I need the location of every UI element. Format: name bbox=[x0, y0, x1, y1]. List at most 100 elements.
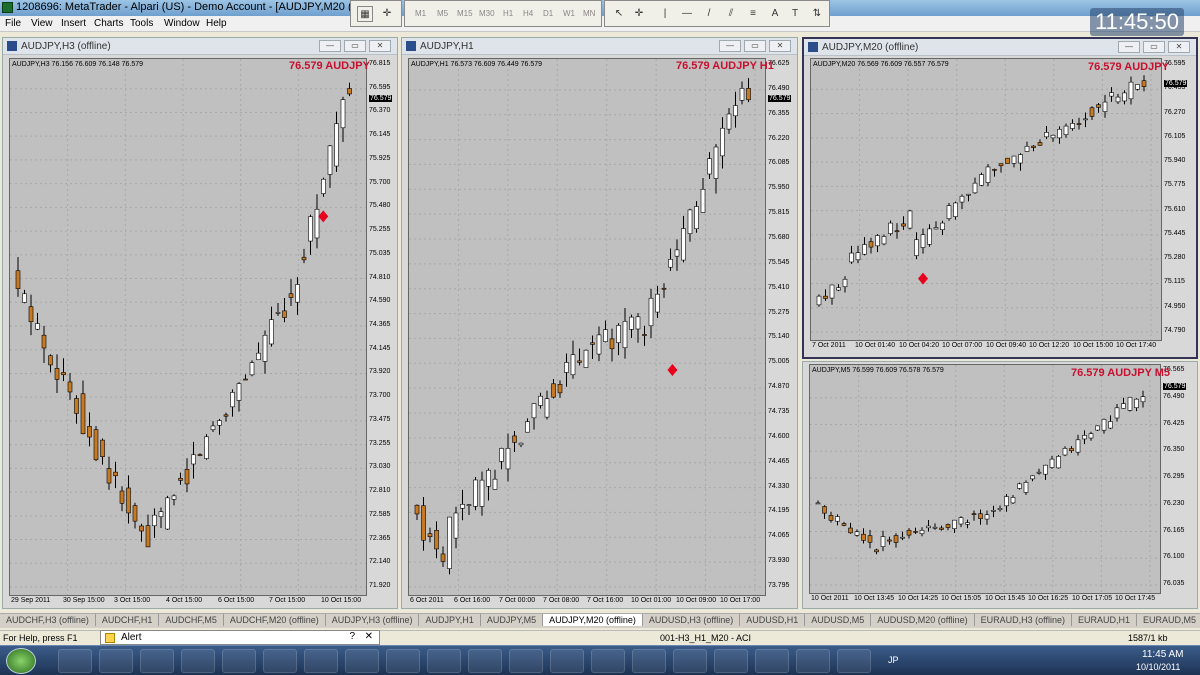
candle-body bbox=[139, 525, 144, 532]
menu-view[interactable]: View bbox=[31, 18, 53, 29]
start-button[interactable] bbox=[6, 648, 36, 674]
menu-help[interactable]: Help bbox=[206, 18, 227, 29]
teamviewer-icon[interactable] bbox=[99, 649, 133, 673]
maximize-button[interactable]: ▭ bbox=[744, 40, 766, 52]
chart-tab[interactable]: AUDUSD,H1 bbox=[740, 614, 806, 626]
price-tick: 75.115 bbox=[1164, 278, 1185, 285]
chart-icon[interactable]: ▦ bbox=[357, 6, 373, 22]
chart-tab[interactable]: AUDUSD,M20 (offline) bbox=[871, 614, 975, 626]
image-icon[interactable] bbox=[796, 649, 830, 673]
tf-m15[interactable]: M15 bbox=[457, 9, 473, 18]
filezilla-icon[interactable] bbox=[345, 649, 379, 673]
candle-body bbox=[434, 529, 439, 550]
paint-icon[interactable] bbox=[714, 649, 748, 673]
chart-tab[interactable]: EURAUD,H1 bbox=[1072, 614, 1138, 626]
chart-tab[interactable]: AUDCHF,H1 bbox=[96, 614, 160, 626]
maximize-button[interactable]: ▭ bbox=[1143, 41, 1165, 53]
close-icon[interactable]: ✕ bbox=[365, 631, 373, 642]
trendline-icon[interactable]: / bbox=[701, 6, 717, 22]
vertical-line-icon[interactable]: | bbox=[657, 6, 673, 22]
chart-plot-area[interactable] bbox=[9, 58, 367, 596]
channel-icon[interactable]: ⫽ bbox=[723, 6, 739, 22]
tf-m5[interactable]: M5 bbox=[437, 9, 448, 18]
tools-icon[interactable] bbox=[591, 649, 625, 673]
minimize-button[interactable]: — bbox=[719, 40, 741, 52]
menu-window[interactable]: Window bbox=[164, 18, 200, 29]
chart-tab[interactable]: AUDJPY,H3 (offline) bbox=[326, 614, 420, 626]
vlc-icon[interactable] bbox=[427, 649, 461, 673]
chart-plot-area[interactable] bbox=[810, 58, 1162, 341]
browser-icon[interactable] bbox=[509, 649, 543, 673]
text-icon[interactable]: A bbox=[767, 6, 783, 22]
tray-time[interactable]: 11:45 AM bbox=[1142, 649, 1184, 660]
menu-charts[interactable]: Charts bbox=[94, 18, 123, 29]
chart-tab[interactable]: AUDUSD,M5 bbox=[805, 614, 872, 626]
chart-tab[interactable]: EURAUD,H3 (offline) bbox=[975, 614, 1073, 626]
chart-tab[interactable]: AUDCHF,M20 (offline) bbox=[224, 614, 326, 626]
mail-icon[interactable] bbox=[550, 649, 584, 673]
tf-d1[interactable]: D1 bbox=[543, 9, 553, 18]
zf-icon[interactable] bbox=[181, 649, 215, 673]
candle-body bbox=[596, 334, 602, 355]
bird-icon[interactable] bbox=[468, 649, 502, 673]
sync-icon[interactable] bbox=[632, 649, 666, 673]
chart-plot-area[interactable] bbox=[408, 58, 766, 596]
chart-tab[interactable]: AUDJPY,H1 bbox=[419, 614, 481, 626]
tf-h4[interactable]: H4 bbox=[523, 9, 533, 18]
alert-window[interactable]: Alert ? ✕ bbox=[100, 630, 380, 645]
chart-tab[interactable]: AUDJPY,M5 bbox=[481, 614, 544, 626]
candle-body bbox=[1122, 92, 1127, 102]
chart-window-m5[interactable]: 76.565 76.490 76.425 76.350 76.295 76.230 76.1… bbox=[802, 361, 1198, 609]
arrows-icon[interactable]: ⇅ bbox=[809, 6, 825, 22]
chart-tab[interactable]: AUDCHF,H3 (offline) bbox=[0, 614, 96, 626]
chart-plot-area[interactable] bbox=[809, 364, 1161, 594]
chart-tab[interactable]: AUDCHF,M5 bbox=[159, 614, 224, 626]
tf-h1[interactable]: H1 bbox=[503, 9, 513, 18]
photo-icon[interactable] bbox=[673, 649, 707, 673]
minimize-button[interactable]: — bbox=[319, 40, 341, 52]
close-button[interactable]: ✕ bbox=[1168, 41, 1190, 53]
candle-body bbox=[152, 514, 157, 527]
chart-tab[interactable]: AUDUSD,H3 (offline) bbox=[643, 614, 741, 626]
menu-insert[interactable]: Insert bbox=[61, 18, 86, 29]
crosshair-icon[interactable]: ✛ bbox=[379, 6, 395, 22]
chart-window-m20[interactable]: AUDJPY,M20 (offline) — ▭ ✕ 76.595 76.435 7… bbox=[802, 37, 1198, 359]
close-button[interactable]: ✕ bbox=[769, 40, 791, 52]
tf-w1[interactable]: W1 bbox=[563, 9, 575, 18]
horizontal-line-icon[interactable]: — bbox=[679, 6, 695, 22]
language-indicator[interactable]: JP bbox=[888, 655, 899, 665]
candle-body bbox=[178, 477, 183, 481]
tf-m30[interactable]: M30 bbox=[479, 9, 495, 18]
help-icon[interactable]: ? bbox=[349, 631, 355, 642]
spreadsheet-icon[interactable] bbox=[837, 649, 871, 673]
chart-tab[interactable]: AUDJPY,M20 (offline) bbox=[543, 614, 643, 626]
crosshair-tool-icon[interactable]: ✛ bbox=[631, 6, 647, 22]
candle-body bbox=[171, 495, 177, 500]
minimize-button[interactable]: — bbox=[1118, 41, 1140, 53]
chart-window-h3[interactable]: AUDJPY,H3 (offline) — ▭ ✕ 76.815 76.595 76… bbox=[2, 37, 398, 609]
menu-tools[interactable]: Tools bbox=[130, 18, 153, 29]
maximize-button[interactable]: ▭ bbox=[344, 40, 366, 52]
firefox-icon[interactable] bbox=[58, 649, 92, 673]
explorer-icon[interactable] bbox=[222, 649, 256, 673]
alpari-icon[interactable] bbox=[140, 649, 174, 673]
time-tick: 10 Oct 17:45 bbox=[1115, 595, 1156, 602]
chart-window-h1[interactable]: AUDJPY,H1 — ▭ ✕ 76.625 76.490 76.355 76.220… bbox=[401, 37, 798, 609]
candle-body bbox=[191, 454, 196, 465]
calculator-icon[interactable] bbox=[304, 649, 338, 673]
tf-mn[interactable]: MN bbox=[583, 9, 595, 18]
current-price-label: 76.579 bbox=[768, 95, 792, 103]
tray-date[interactable]: 10/10/2011 bbox=[1136, 662, 1180, 672]
menu-file[interactable]: File bbox=[5, 18, 21, 29]
text-label-icon[interactable]: T bbox=[787, 6, 803, 22]
time-tick: 6 Oct 16:00 bbox=[454, 597, 491, 604]
calendar-icon[interactable] bbox=[755, 649, 789, 673]
media-icon[interactable] bbox=[386, 649, 420, 673]
chart-tab[interactable]: EURAUD,M5 bbox=[1137, 614, 1200, 626]
close-button[interactable]: ✕ bbox=[369, 40, 391, 52]
fibonacci-icon[interactable]: ≡ bbox=[745, 6, 761, 22]
cursor-icon[interactable]: ↖ bbox=[611, 6, 627, 22]
folder-icon[interactable] bbox=[263, 649, 297, 673]
tf-m1[interactable]: M1 bbox=[415, 9, 426, 18]
candle-body bbox=[861, 533, 866, 541]
